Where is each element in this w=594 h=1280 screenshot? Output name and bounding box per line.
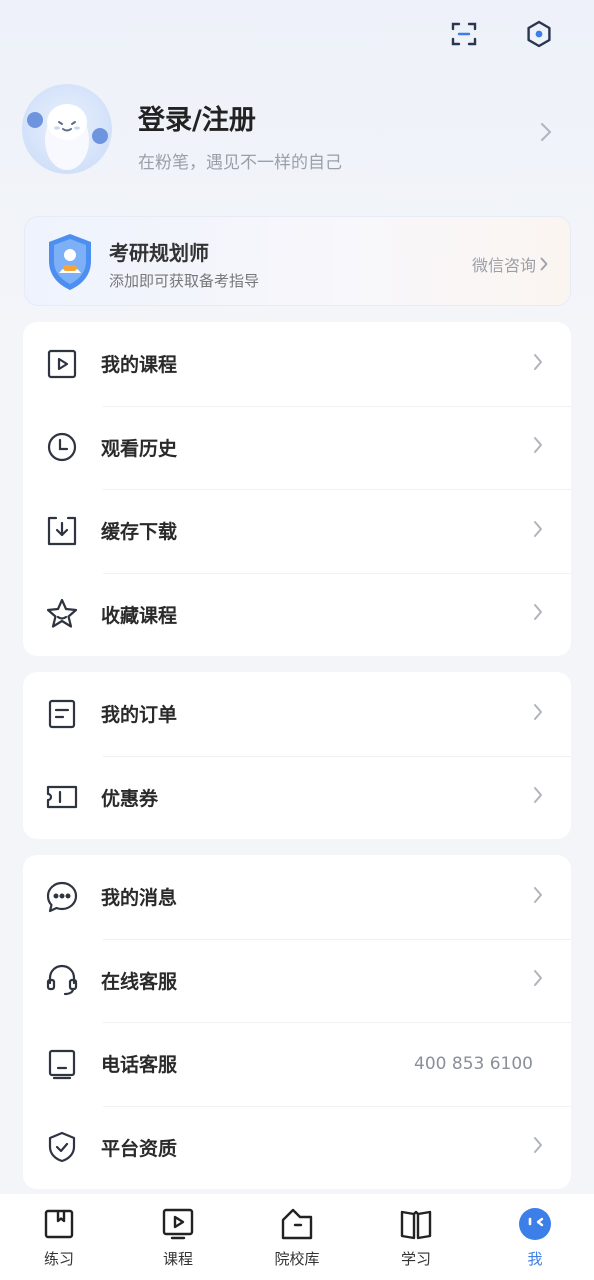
star-icon: [45, 597, 79, 631]
order-icon: [45, 697, 79, 731]
download-icon: [45, 514, 79, 548]
tab-label: 我: [527, 1250, 543, 1268]
headset-icon: [45, 963, 79, 997]
phone-number[interactable]: 400 853 6100: [414, 1054, 533, 1074]
menu-item-my-courses[interactable]: 我的课程: [23, 322, 571, 406]
wechat-consult-button[interactable]: 微信咨询: [472, 252, 548, 276]
clock-icon: [45, 430, 79, 464]
chevron-right-icon: [533, 603, 543, 625]
school-icon: [279, 1206, 315, 1242]
menu-item-watch-history[interactable]: 观看历史: [23, 405, 571, 490]
service-menu-card: 我的消息 在线客服 电话客服 400 853 6100 平台资质: [23, 855, 571, 1189]
tab-label: 院校库: [274, 1250, 320, 1268]
phone-icon: [45, 1047, 79, 1081]
bottom-tab-bar: 练习 课程 院校库 学习 我: [0, 1194, 594, 1280]
chevron-right-icon: [533, 786, 543, 808]
tab-label: 学习: [400, 1250, 431, 1268]
menu-item-label: 观看历史: [101, 437, 178, 460]
coupon-icon: [45, 780, 79, 814]
avatar[interactable]: [22, 84, 112, 174]
menu-item-label: 缓存下载: [101, 521, 178, 544]
menu-item-phone-service[interactable]: 电话客服 400 853 6100: [23, 1022, 571, 1106]
me-icon: [517, 1206, 553, 1242]
tab-school-library[interactable]: 院校库: [252, 1206, 342, 1270]
menu-item-platform-qualification[interactable]: 平台资质: [23, 1105, 571, 1190]
tab-practice[interactable]: 练习: [14, 1206, 104, 1270]
tab-me[interactable]: 我: [490, 1206, 580, 1270]
menu-item-cache-download[interactable]: 缓存下载: [23, 489, 571, 573]
play-icon: [160, 1206, 196, 1242]
login-profile-row[interactable]: 登录/注册 在粉笔，遇见不一样的自己: [22, 84, 570, 176]
menu-item-label: 优惠券: [101, 787, 159, 810]
chevron-right-icon: [533, 436, 543, 458]
planner-banner[interactable]: 考研规划师 添加即可获取备考指导 微信咨询: [24, 216, 571, 306]
message-icon: [45, 880, 79, 914]
menu-item-label: 收藏课程: [101, 604, 178, 627]
book-icon: [398, 1206, 434, 1242]
chevron-right-icon: [533, 886, 543, 908]
menu-item-label: 我的课程: [101, 354, 178, 377]
planner-shield-icon: [43, 231, 97, 293]
planner-subtitle: 添加即可获取备考指导: [109, 272, 260, 290]
bookmark-icon: [41, 1206, 77, 1242]
login-subtitle: 在粉笔，遇见不一样的自己: [138, 153, 342, 173]
wechat-consult-label: 微信咨询: [471, 256, 536, 275]
login-title[interactable]: 登录/注册: [138, 98, 256, 137]
course-menu-card: 我的课程 观看历史 缓存下载 收藏课程: [23, 322, 571, 656]
menu-item-label: 电话客服: [101, 1054, 178, 1077]
chevron-right-icon: [540, 257, 548, 271]
tab-label: 练习: [43, 1250, 74, 1268]
chevron-right-icon: [533, 520, 543, 542]
menu-item-favorite-courses[interactable]: 收藏课程: [23, 572, 571, 657]
menu-item-my-orders[interactable]: 我的订单: [23, 672, 571, 756]
chevron-right-icon: [533, 1136, 543, 1158]
tab-courses[interactable]: 课程: [133, 1206, 223, 1270]
menu-item-my-messages[interactable]: 我的消息: [23, 855, 571, 939]
chevron-right-icon: [533, 703, 543, 725]
chevron-right-icon: [533, 969, 543, 991]
order-menu-card: 我的订单 优惠券: [23, 672, 571, 839]
menu-item-label: 在线客服: [101, 970, 178, 993]
planner-title: 考研规划师: [109, 241, 209, 265]
shield-check-icon: [45, 1130, 79, 1164]
tab-study[interactable]: 学习: [371, 1206, 461, 1270]
play-course-icon: [45, 347, 79, 381]
tab-label: 课程: [162, 1250, 193, 1268]
settings-hexagon-icon[interactable]: [519, 14, 559, 54]
menu-item-label: 平台资质: [101, 1137, 178, 1160]
chevron-right-icon: [533, 353, 543, 375]
chevron-right-icon: [540, 122, 552, 146]
menu-item-online-service[interactable]: 在线客服: [23, 938, 571, 1023]
scan-icon[interactable]: [444, 14, 484, 54]
menu-item-label: 我的订单: [101, 704, 178, 727]
menu-item-label: 我的消息: [101, 887, 178, 910]
menu-item-coupons[interactable]: 优惠券: [23, 755, 571, 840]
